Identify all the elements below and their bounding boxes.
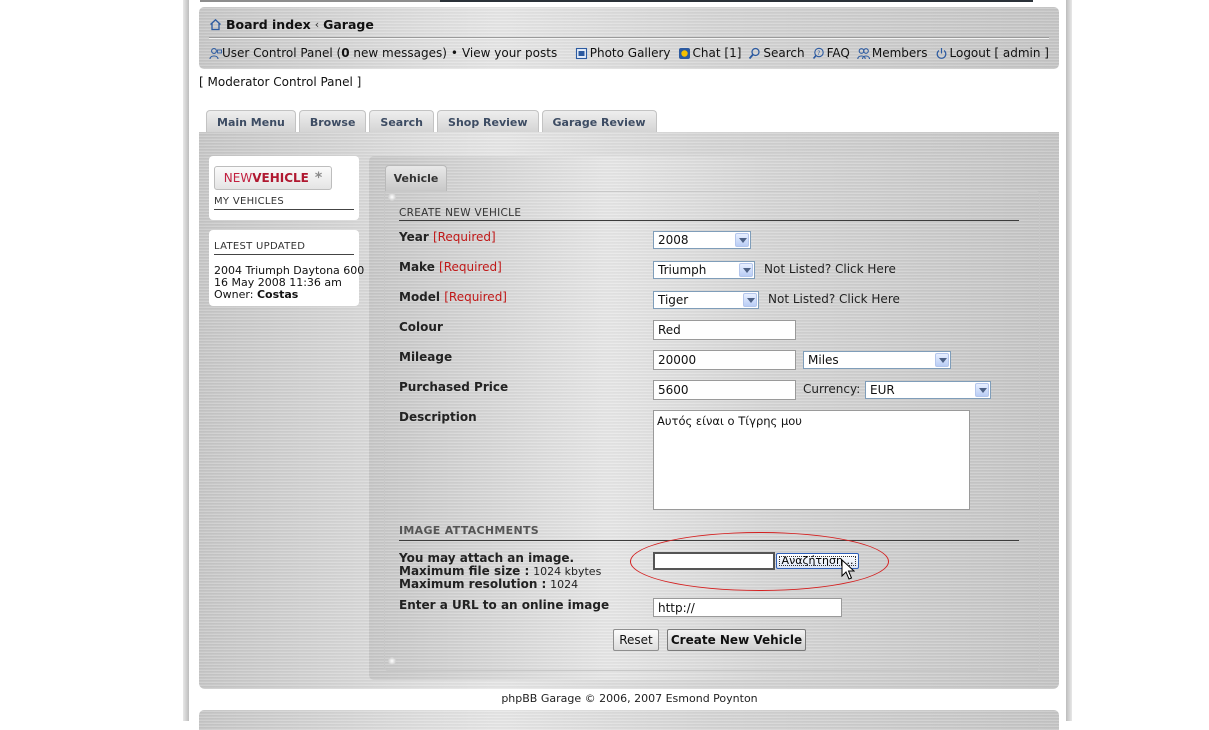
image-url-label: Enter a URL to an online image bbox=[399, 598, 610, 612]
create-new-vehicle-button[interactable]: Create New Vehicle bbox=[667, 629, 806, 651]
members-icon bbox=[857, 47, 870, 60]
corner-decoration bbox=[388, 657, 396, 665]
view-posts-link[interactable]: View your posts bbox=[462, 46, 557, 60]
image-url-input[interactable]: http:// bbox=[653, 598, 842, 617]
breadcrumb-board-index[interactable]: Board index bbox=[226, 17, 311, 32]
currency-select[interactable]: EUR bbox=[865, 381, 991, 399]
divider bbox=[214, 254, 354, 255]
required-marker: [Required] bbox=[439, 260, 502, 274]
tab-garage-review[interactable]: Garage Review bbox=[541, 110, 657, 132]
chat-link[interactable]: Chat [1] bbox=[678, 46, 741, 60]
new-vehicle-button[interactable]: NEW VEHICLE * bbox=[214, 166, 332, 190]
nav-bullet: • bbox=[450, 46, 458, 60]
search-link[interactable]: Search bbox=[748, 46, 805, 60]
latest-owner-link[interactable]: Costas bbox=[257, 288, 298, 301]
new-messages-count: 0 bbox=[341, 46, 350, 60]
breadcrumb-garage[interactable]: Garage bbox=[323, 17, 374, 32]
mouse-cursor-icon bbox=[841, 559, 855, 580]
photo-gallery-icon bbox=[575, 47, 588, 60]
mileage-input[interactable]: 20000 bbox=[653, 350, 796, 370]
page-shadow-left bbox=[183, 0, 189, 721]
breadcrumb: Board index ‹ Garage bbox=[209, 17, 374, 32]
latest-updated-entry: 2004 Triumph Daytona 600 16 May 2008 11:… bbox=[214, 264, 365, 301]
svg-text:?: ? bbox=[817, 49, 820, 56]
description-textarea[interactable]: Αυτός είναι ο Τίγρης μου bbox=[653, 410, 970, 510]
user-nav: User Control Panel (0 new messages) • Vi… bbox=[209, 46, 557, 60]
chevron-down-icon bbox=[735, 233, 749, 247]
chevron-down-icon bbox=[739, 263, 753, 277]
footer-copyright: phpBB Garage © 2006, 2007 Esmond Poynton bbox=[501, 692, 758, 705]
reset-button[interactable]: Reset bbox=[613, 629, 659, 651]
make-select[interactable]: Triumph bbox=[653, 261, 755, 279]
file-upload-input[interactable] bbox=[653, 552, 775, 570]
bottom-navbar bbox=[199, 710, 1059, 730]
breadcrumb-separator: ‹ bbox=[314, 18, 320, 31]
section-title-image-attachments: IMAGE ATTACHMENTS bbox=[399, 524, 539, 537]
section-divider bbox=[399, 220, 1019, 221]
faq-icon: ? bbox=[812, 47, 825, 60]
tab-search[interactable]: Search bbox=[369, 110, 435, 132]
latest-updated-box: LATEST UPDATED 2004 Triumph Daytona 600 … bbox=[209, 230, 364, 306]
colour-input[interactable]: Red bbox=[653, 320, 796, 340]
logout-link[interactable]: Logout [ admin ] bbox=[935, 46, 1049, 60]
header-image-strip bbox=[200, 0, 1033, 2]
tab-browse[interactable]: Browse bbox=[298, 110, 367, 132]
year-label: Year [Required] bbox=[399, 230, 496, 244]
corner-decoration bbox=[388, 193, 396, 201]
make-label: Make [Required] bbox=[399, 260, 502, 274]
make-not-listed-link[interactable]: Not Listed? Click Here bbox=[764, 262, 896, 276]
purchased-price-label: Purchased Price bbox=[399, 380, 509, 394]
chevron-down-icon bbox=[975, 383, 989, 397]
members-link[interactable]: Members bbox=[857, 46, 928, 60]
search-icon bbox=[748, 47, 761, 60]
year-select[interactable]: 2008 bbox=[653, 231, 751, 249]
chevron-down-icon bbox=[935, 353, 949, 367]
description-label: Description bbox=[399, 410, 477, 424]
user-icon bbox=[209, 47, 222, 60]
home-icon bbox=[209, 18, 222, 31]
ucp-link[interactable]: User Control Panel (0 new messages) bbox=[222, 46, 447, 60]
required-marker: [Required] bbox=[432, 230, 496, 244]
asterisk-icon: * bbox=[314, 170, 323, 186]
model-label: Model [Required] bbox=[399, 290, 507, 304]
chevron-down-icon bbox=[743, 293, 757, 307]
purchased-price-input[interactable]: 5600 bbox=[653, 380, 796, 400]
required-marker: [Required] bbox=[444, 290, 507, 304]
currency-label: Currency: bbox=[803, 382, 861, 396]
divider bbox=[214, 209, 354, 210]
power-icon bbox=[935, 47, 948, 60]
attachment-info: You may attach an image. Maximum file si… bbox=[399, 551, 602, 592]
garage-tabs: Main Menu Browse Search Shop Review Gara… bbox=[206, 110, 657, 132]
tab-vehicle[interactable]: Vehicle bbox=[385, 165, 447, 191]
my-vehicles-heading[interactable]: MY VEHICLES bbox=[214, 196, 284, 207]
mileage-unit-select[interactable]: Miles bbox=[803, 351, 951, 369]
model-select[interactable]: Tiger bbox=[653, 291, 759, 309]
faq-link[interactable]: ? FAQ bbox=[812, 46, 850, 60]
my-vehicles-box: NEW VEHICLE * MY VEHICLES bbox=[209, 156, 359, 220]
top-links: Photo Gallery Chat [1] Search ? FAQ Memb… bbox=[575, 46, 1049, 60]
navbar: Board index ‹ Garage User Control Panel … bbox=[199, 7, 1059, 69]
moderator-control-panel-link[interactable]: [ Moderator Control Panel ] bbox=[199, 75, 361, 89]
chat-icon bbox=[678, 47, 691, 60]
section-title-create-vehicle: CREATE NEW VEHICLE bbox=[399, 207, 522, 219]
page-shadow-right bbox=[1066, 0, 1072, 721]
latest-updated-heading: LATEST UPDATED bbox=[214, 241, 306, 252]
colour-label: Colour bbox=[399, 320, 443, 334]
photo-gallery-link[interactable]: Photo Gallery bbox=[575, 46, 671, 60]
tab-shop-review[interactable]: Shop Review bbox=[437, 110, 539, 132]
mileage-label: Mileage bbox=[399, 350, 453, 364]
model-not-listed-link[interactable]: Not Listed? Click Here bbox=[768, 292, 900, 306]
tab-main-menu[interactable]: Main Menu bbox=[206, 110, 296, 132]
